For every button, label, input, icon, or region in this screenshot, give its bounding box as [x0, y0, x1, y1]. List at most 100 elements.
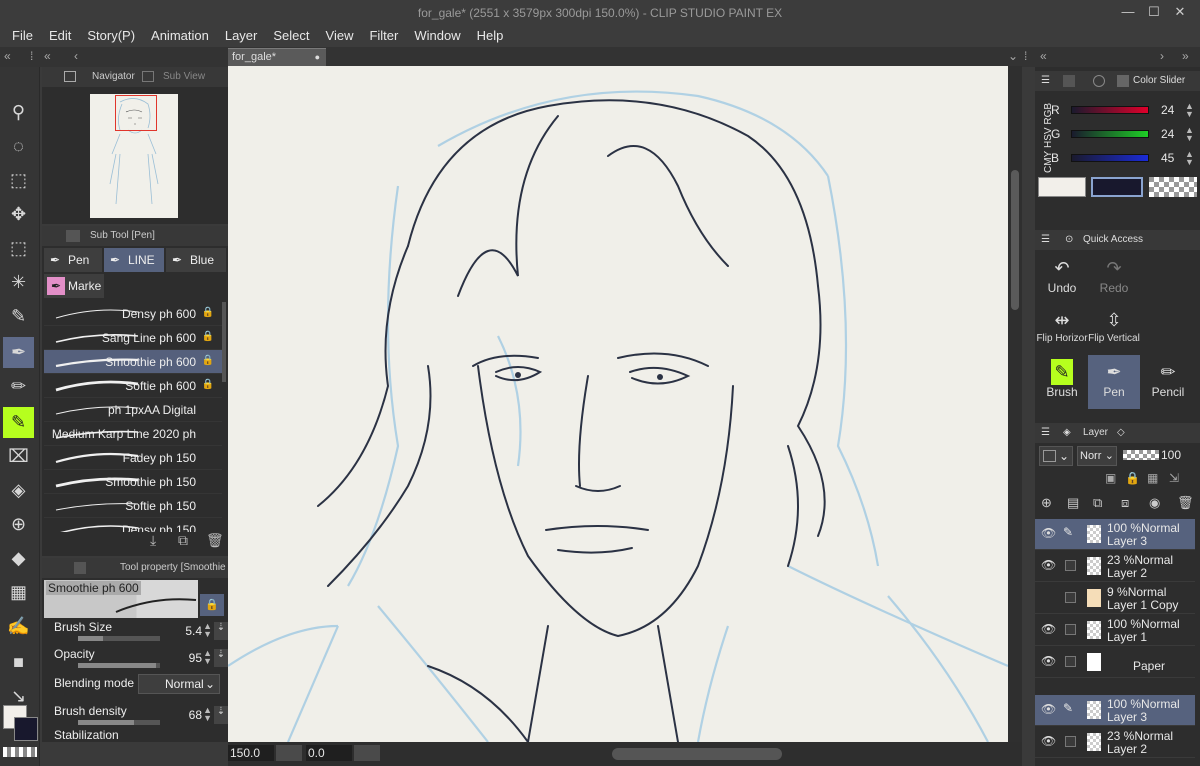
- b-track[interactable]: [1071, 154, 1149, 162]
- tab-document[interactable]: for_gale* ●: [228, 48, 326, 66]
- navigator-viewport-frame[interactable]: [115, 95, 157, 131]
- panel-menu-icon[interactable]: ☰: [1041, 423, 1050, 443]
- slider-g[interactable]: G 24 ▲ ▼: [1037, 124, 1200, 146]
- merge-layer-icon[interactable]: ⧈: [1121, 495, 1129, 511]
- spinner-icon[interactable]: ▲ ▼: [203, 649, 212, 666]
- scroll-right-icon[interactable]: ›: [1160, 47, 1164, 65]
- move-tool-icon[interactable]: ✥: [3, 199, 34, 230]
- brush-item[interactable]: Fadey ph 150: [44, 446, 222, 470]
- airbrush-icon[interactable]: ⌧: [3, 441, 34, 472]
- layer-opacity-value[interactable]: 100: [1161, 448, 1181, 462]
- slider-r[interactable]: R 24 ▲ ▼: [1037, 100, 1200, 122]
- spinner-icon[interactable]: ▲ ▼: [1185, 102, 1194, 119]
- copy-layer-icon[interactable]: ⧉: [1093, 495, 1102, 511]
- eye-icon[interactable]: 👁: [1041, 558, 1056, 572]
- quick-pen[interactable]: ✒ Pen: [1088, 355, 1140, 409]
- layer-checkbox[interactable]: [1065, 736, 1076, 747]
- layer-row[interactable]: 👁 Paper: [1035, 647, 1195, 678]
- layer-row[interactable]: 👁 ✎ 100 %Normal Layer 3: [1035, 695, 1195, 726]
- eyedropper-icon[interactable]: ✎: [3, 301, 34, 332]
- new-layer-icon[interactable]: ⊕: [1041, 495, 1052, 511]
- layer-checkbox[interactable]: [1065, 656, 1076, 667]
- spinner-icon[interactable]: ▲ ▼: [1185, 150, 1194, 167]
- panel-menu-icon[interactable]: ☰: [1041, 71, 1050, 91]
- brush-density-row[interactable]: Brush density 68 ▲ ▼ ⇣: [54, 704, 228, 728]
- eye-icon[interactable]: 👁: [1041, 526, 1056, 540]
- g-track[interactable]: [1071, 130, 1149, 138]
- selection-tool-icon[interactable]: ⬚: [3, 233, 34, 264]
- brush-list-scrollbar[interactable]: [222, 302, 226, 382]
- spinner-icon[interactable]: ▲ ▼: [1185, 126, 1194, 143]
- operation-tool-icon[interactable]: ⬚: [3, 165, 34, 196]
- pen-tool-icon[interactable]: ✒: [3, 337, 34, 368]
- quick-flip-vertical[interactable]: ⇳ Flip Vertical: [1088, 307, 1140, 357]
- figure-tool-icon[interactable]: ⊕: [3, 509, 34, 540]
- collapse-left-icon[interactable]: «: [44, 47, 51, 65]
- opacity-row[interactable]: Opacity 95 ▲ ▼ ⇣: [54, 647, 228, 671]
- layer-row[interactable]: 👁 23 %Normal Layer 2: [1035, 727, 1195, 758]
- b-value[interactable]: 45: [1161, 151, 1174, 165]
- reference-icon[interactable]: ⇲: [1169, 471, 1179, 485]
- pressure-icon[interactable]: ⇣: [214, 622, 228, 640]
- layer-row[interactable]: 👁 23 %Normal Layer 2: [1035, 551, 1195, 582]
- blending-mode-select[interactable]: Normal ⌄: [138, 674, 220, 694]
- magic-wand-icon[interactable]: ✳: [3, 267, 34, 298]
- layer-row[interactable]: 👁 100 %Normal Layer 1: [1035, 615, 1195, 646]
- menu-animation[interactable]: Animation: [143, 25, 217, 47]
- rotate-tool-icon[interactable]: ◌: [3, 131, 34, 162]
- download-icon[interactable]: ⤓: [150, 532, 156, 549]
- eye-icon[interactable]: 👁: [1041, 654, 1056, 668]
- layer-row[interactable]: 9 %Normal Layer 1 Copy: [1035, 583, 1195, 614]
- sub-color-swatch[interactable]: [14, 717, 38, 741]
- blend-tool-icon[interactable]: ✍: [3, 611, 34, 642]
- brush-item[interactable]: ph 1pxAA Digital: [44, 398, 222, 422]
- zoom-field[interactable]: 150.0: [228, 745, 274, 761]
- brush-size-slider[interactable]: [78, 636, 160, 641]
- lock-icon[interactable]: 🔒: [1125, 471, 1140, 485]
- brush-item[interactable]: Smoothie ph 600 🔒: [44, 350, 222, 374]
- alpha-lock-icon[interactable]: ▦: [1147, 471, 1158, 485]
- brush-item[interactable]: Softie ph 150: [44, 494, 222, 518]
- layer-row[interactable]: 👁 ✎ 100 %Normal Layer 3: [1035, 519, 1195, 550]
- gradient-tool-icon[interactable]: ■: [3, 647, 34, 678]
- tab-navigator[interactable]: Navigator: [92, 67, 135, 87]
- r-track[interactable]: [1071, 106, 1149, 114]
- pencil-tool-icon[interactable]: ✏: [3, 371, 34, 402]
- eye-icon[interactable]: 👁: [1041, 622, 1056, 636]
- brush-size-row[interactable]: Brush Size 5.4 ▲ ▼ ⇣: [54, 620, 228, 644]
- opacity-value[interactable]: 95: [189, 651, 202, 665]
- quick-undo[interactable]: ↶ Undo: [1036, 255, 1088, 305]
- slider-b[interactable]: B 45 ▲ ▼: [1037, 148, 1200, 170]
- brush-item[interactable]: Smoothie ph 150: [44, 470, 222, 494]
- eraser-icon[interactable]: ◈: [3, 475, 34, 506]
- minimize-button[interactable]: —: [1120, 4, 1136, 20]
- pressure-icon[interactable]: ⇣: [214, 706, 228, 724]
- brush-item[interactable]: Densy ph 150: [44, 518, 222, 532]
- maximize-button[interactable]: ☐: [1146, 4, 1162, 20]
- opacity-slider[interactable]: [78, 663, 160, 668]
- tab-list-icon[interactable]: ⌄: [1008, 47, 1018, 65]
- brush-size-value[interactable]: 5.4: [185, 624, 202, 638]
- spinner-icon[interactable]: ▲ ▼: [203, 622, 212, 639]
- menu-view[interactable]: View: [318, 25, 362, 47]
- eye-icon[interactable]: 👁: [1041, 734, 1056, 748]
- brush-item[interactable]: Softie ph 600 🔒: [44, 374, 222, 398]
- subtool-group-line[interactable]: ✒ LINE: [104, 248, 164, 272]
- new-folder-icon[interactable]: ▤: [1067, 495, 1079, 511]
- close-button[interactable]: ✕: [1172, 4, 1188, 20]
- clip-icon[interactable]: ▣: [1105, 471, 1116, 485]
- fill-tool-icon[interactable]: ◆: [3, 543, 34, 574]
- scroll-left-icon[interactable]: ‹: [74, 47, 78, 65]
- canvas-scroll-thumb[interactable]: [1011, 170, 1019, 310]
- transparent-chip[interactable]: [1149, 177, 1197, 197]
- main-color-chip[interactable]: [1038, 177, 1086, 197]
- eye-icon[interactable]: 👁: [1041, 702, 1056, 716]
- menu-edit[interactable]: Edit: [41, 25, 79, 47]
- quick-flip-horizontal[interactable]: ⇹ Flip Horizor: [1036, 307, 1088, 357]
- spinner-icon[interactable]: ▲ ▼: [203, 706, 212, 723]
- quick-redo[interactable]: ↷ Redo: [1088, 255, 1140, 305]
- r-value[interactable]: 24: [1161, 103, 1174, 117]
- sub-color-chip[interactable]: [1091, 177, 1143, 197]
- menu-layer[interactable]: Layer: [217, 25, 266, 47]
- layer-checkbox[interactable]: [1065, 592, 1076, 603]
